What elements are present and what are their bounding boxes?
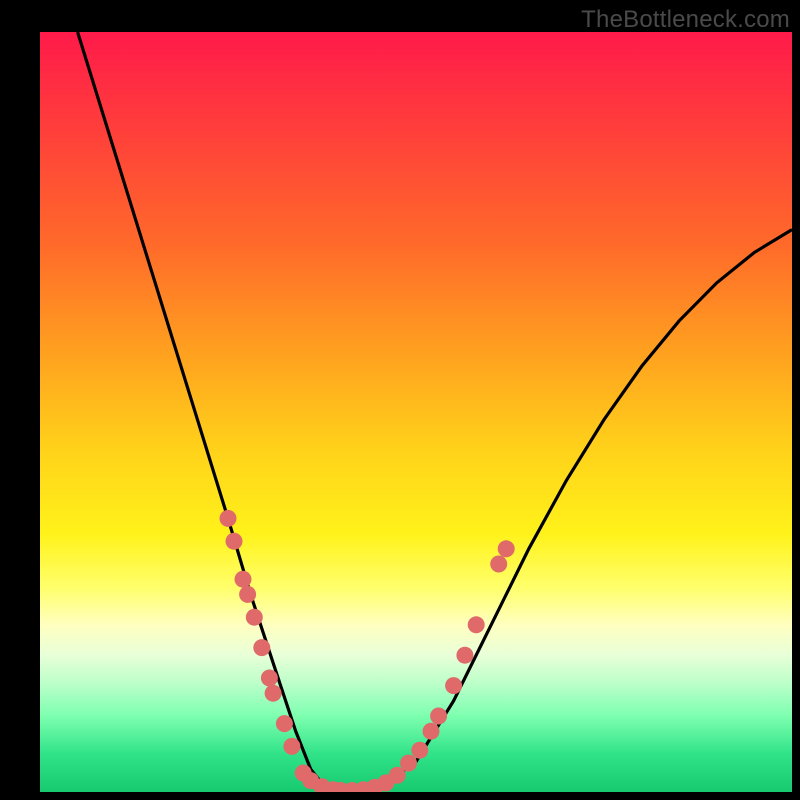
curve-marker (498, 540, 515, 557)
curve-marker (411, 742, 428, 759)
curve-marker (246, 609, 263, 626)
curve-marker (253, 639, 270, 656)
curve-marker (456, 647, 473, 664)
curve-marker (283, 738, 300, 755)
watermark-text: TheBottleneck.com (581, 6, 790, 34)
chart-frame: TheBottleneck.com (0, 0, 800, 800)
curve-marker (276, 715, 293, 732)
bottleneck-curve (78, 32, 792, 792)
curve-marker (423, 723, 440, 740)
curve-marker (220, 510, 237, 527)
curve-markers (220, 510, 515, 792)
curve-marker (235, 571, 252, 588)
curve-marker (468, 616, 485, 633)
curve-marker (400, 755, 417, 772)
curve-marker (430, 708, 447, 725)
curve-marker (226, 533, 243, 550)
curve-marker (490, 556, 507, 573)
curve-marker (239, 586, 256, 603)
bottleneck-curve-svg (40, 32, 792, 792)
plot-area (40, 32, 792, 792)
curve-marker (261, 670, 278, 687)
curve-marker (445, 677, 462, 694)
curve-marker (265, 685, 282, 702)
